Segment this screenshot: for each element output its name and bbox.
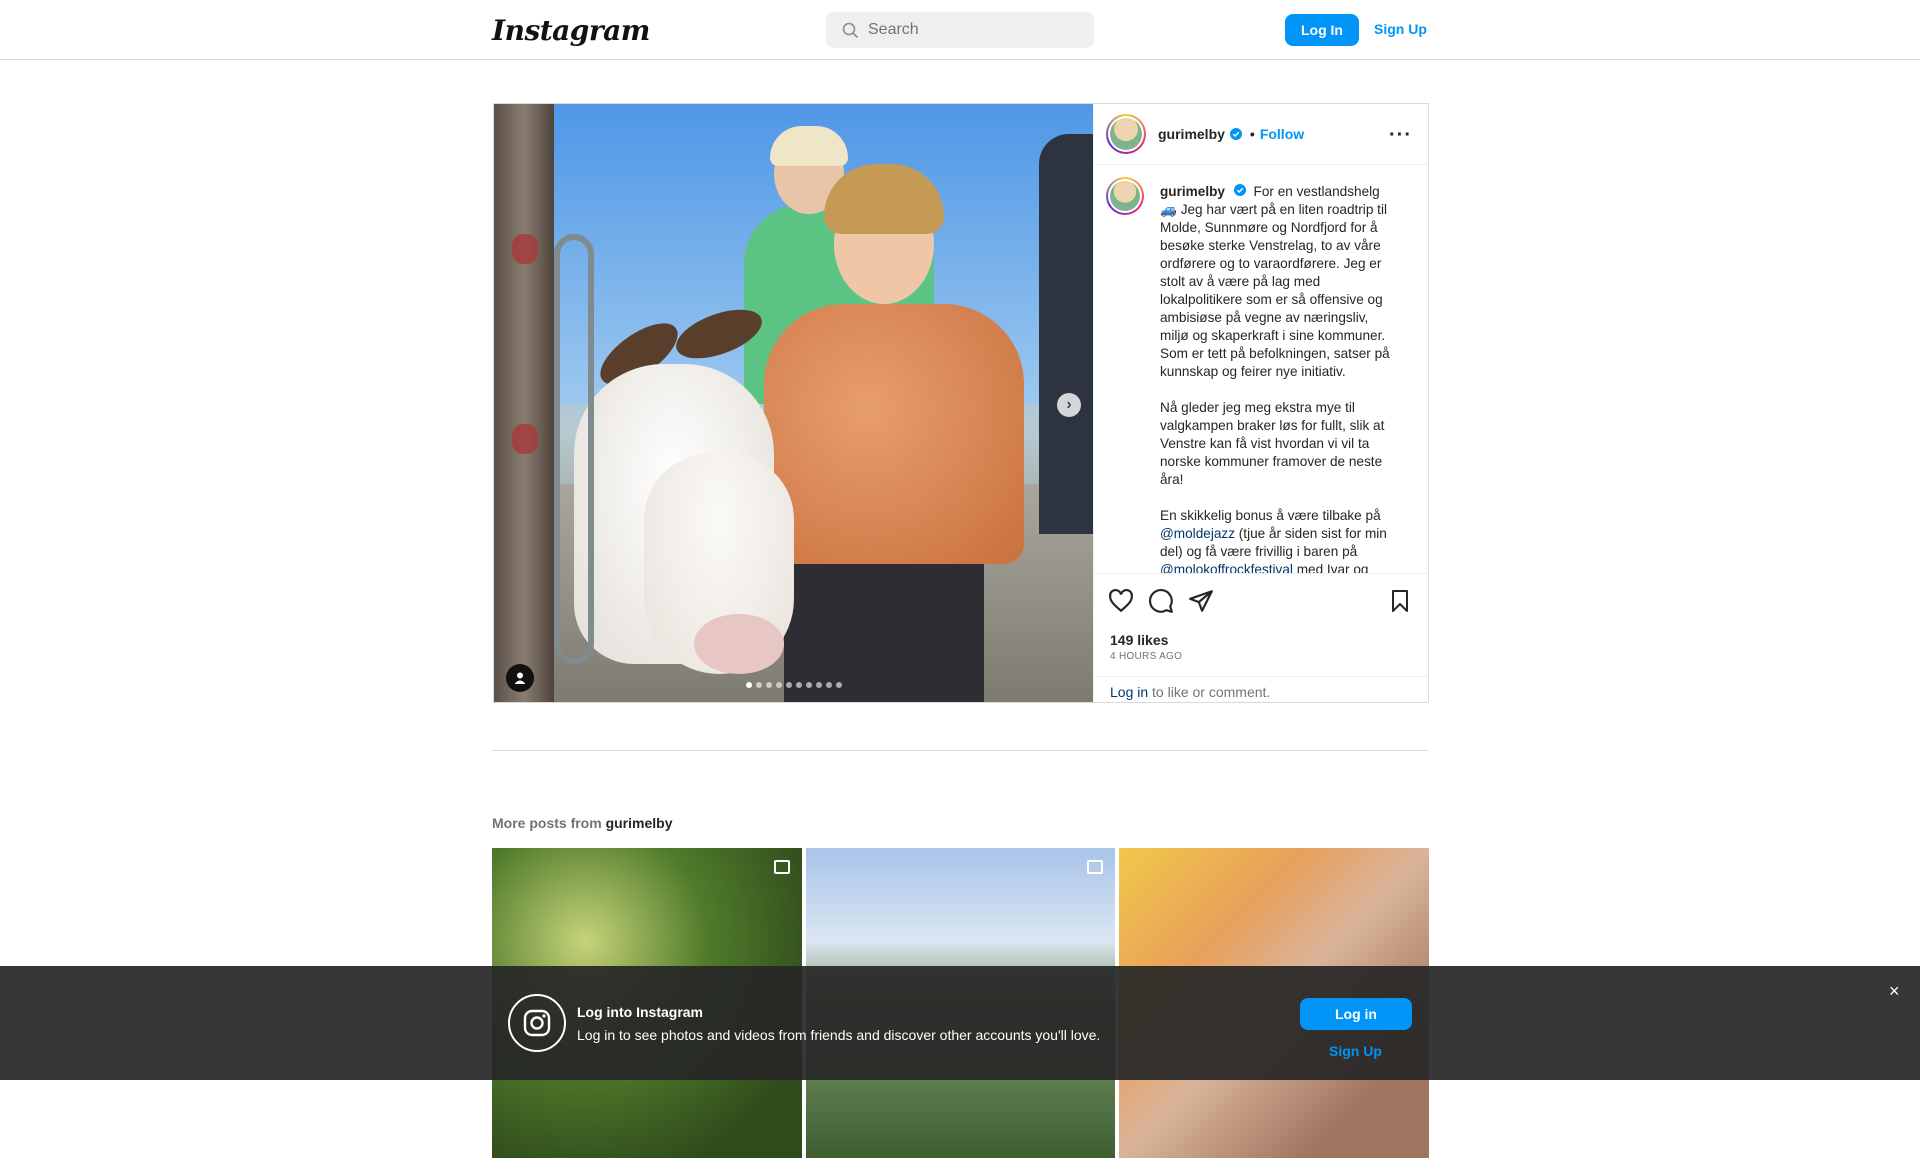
login-to-comment: Log in to like or comment. — [1094, 676, 1428, 702]
banner-signup-link[interactable]: Sign Up — [1329, 1043, 1382, 1059]
login-hint: to like or comment. — [1148, 684, 1271, 700]
caption-text: gurimelby For en vestlandshelg 🚙 Jeg har… — [1160, 183, 1400, 573]
tagged-users-icon[interactable] — [506, 664, 534, 692]
instagram-camera-icon — [508, 994, 566, 1052]
carousel-next-button[interactable]: › — [1057, 393, 1081, 417]
caption-username[interactable]: gurimelby — [1160, 184, 1225, 199]
comment-icon[interactable] — [1148, 588, 1174, 614]
heart-icon[interactable] — [1108, 588, 1134, 614]
separator-dot: • — [1249, 126, 1255, 142]
carousel-dot — [746, 682, 752, 688]
post-image[interactable]: › — [494, 104, 1093, 702]
close-icon[interactable]: × — [1889, 981, 1900, 1002]
carousel-dot — [796, 682, 802, 688]
post-card: › gurimelby • Follow ··· gurimelby For e… — [493, 103, 1429, 703]
caption-paragraph: En skikkelig bonus å være tilbake på — [1160, 508, 1381, 523]
verified-badge-icon — [1229, 128, 1242, 140]
post-sidebar: gurimelby • Follow ··· gurimelby For en … — [1093, 104, 1428, 702]
top-navbar: Instagram Log In Sign Up — [0, 0, 1920, 60]
share-icon[interactable] — [1188, 588, 1214, 614]
more-posts-heading: More posts from gurimelby — [492, 815, 672, 831]
caption-paragraph: med Ivar og — [1292, 562, 1369, 573]
carousel-dot — [756, 682, 762, 688]
mention-link[interactable]: @molokoffrockfestival — [1160, 562, 1293, 573]
caption-paragraph: Nå gleder jeg meg ekstra mye til valgkam… — [1160, 400, 1385, 487]
avatar[interactable] — [1106, 114, 1146, 154]
banner-title: Log into Instagram — [577, 1004, 703, 1020]
post-actions: 149 likes 4 HOURS AGO — [1094, 573, 1428, 676]
carousel-indicator — [746, 682, 842, 688]
login-banner: Log into Instagram Log in to see photos … — [0, 966, 1920, 1080]
carousel-dot — [806, 682, 812, 688]
more-posts-username[interactable]: gurimelby — [606, 815, 673, 831]
carousel-dot — [776, 682, 782, 688]
carousel-dot — [836, 682, 842, 688]
search-icon — [842, 22, 858, 38]
banner-login-button[interactable]: Log in — [1300, 998, 1412, 1030]
carousel-dot — [816, 682, 822, 688]
post-header: gurimelby • Follow ··· — [1094, 104, 1428, 165]
login-button[interactable]: Log In — [1285, 14, 1359, 46]
carousel-dot — [766, 682, 772, 688]
more-posts-prefix: More posts from — [492, 815, 606, 831]
post-timestamp[interactable]: 4 HOURS AGO — [1110, 651, 1182, 662]
banner-subtitle: Log in to see photos and videos from fri… — [577, 1027, 1101, 1043]
verified-badge-icon — [1233, 184, 1246, 196]
likes-count[interactable]: 149 likes — [1110, 632, 1168, 648]
caption-section: gurimelby For en vestlandshelg 🚙 Jeg har… — [1094, 165, 1428, 573]
instagram-logo[interactable]: Instagram — [492, 14, 650, 47]
divider — [492, 750, 1428, 751]
more-options-icon[interactable]: ··· — [1389, 124, 1412, 147]
avatar[interactable] — [1106, 177, 1144, 215]
carousel-dot — [826, 682, 832, 688]
multiple-images-icon — [1087, 860, 1104, 874]
post-username[interactable]: gurimelby — [1158, 126, 1225, 142]
search-input[interactable] — [868, 21, 1068, 39]
mention-link[interactable]: @moldejazz — [1160, 526, 1235, 541]
login-link[interactable]: Log in — [1110, 684, 1148, 700]
follow-button[interactable]: Follow — [1260, 126, 1304, 142]
multiple-images-icon — [773, 860, 790, 874]
carousel-dot — [786, 682, 792, 688]
caption-paragraph: For en vestlandshelg 🚙 Jeg har vært på e… — [1160, 184, 1390, 379]
bookmark-icon[interactable] — [1388, 588, 1412, 614]
search-bar[interactable] — [826, 12, 1094, 48]
signup-link[interactable]: Sign Up — [1374, 21, 1427, 37]
